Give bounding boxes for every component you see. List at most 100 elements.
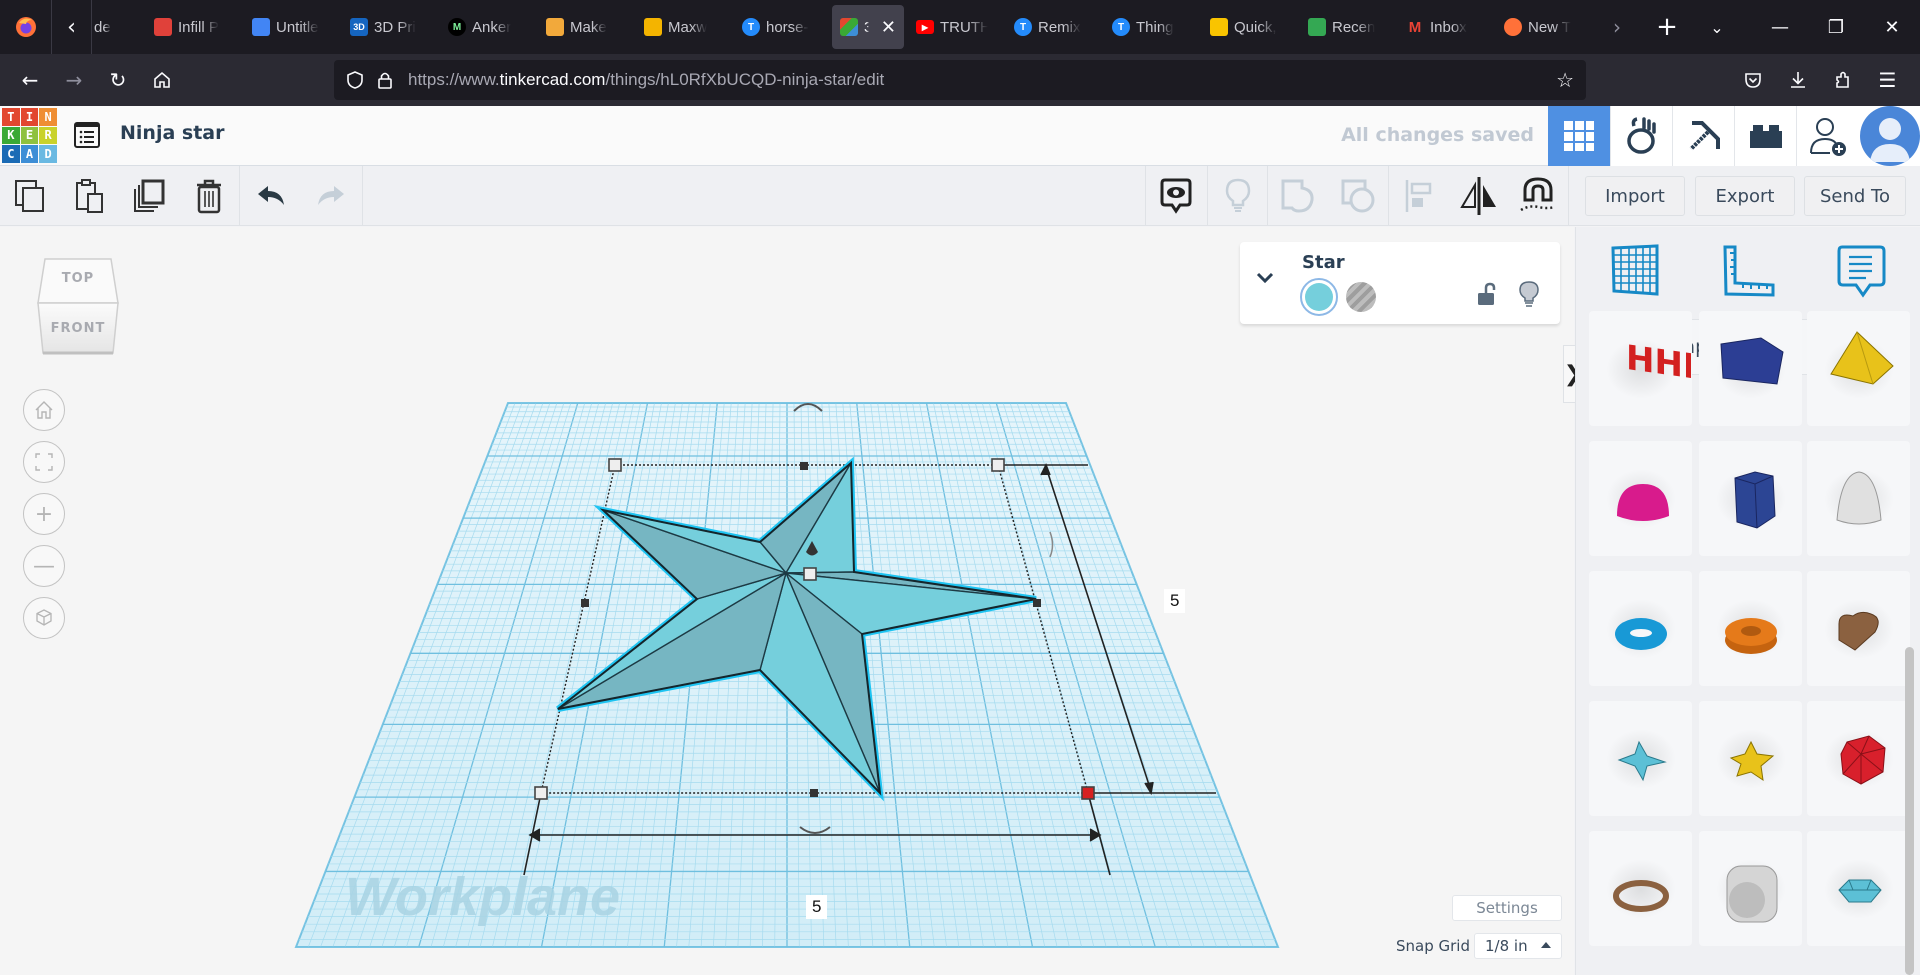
edge-handle[interactable] [800, 462, 808, 470]
mirror-button[interactable] [1449, 166, 1509, 226]
shape-tile-icosahedron-shape[interactable] [1807, 701, 1910, 816]
notes-tool-button[interactable] [1146, 166, 1206, 226]
browser-tab[interactable]: Infill P [146, 5, 240, 49]
collapse-inspector-button[interactable] [1254, 270, 1276, 286]
browser-tab[interactable]: Untitle [244, 5, 338, 49]
lego-bricks-button[interactable] [1734, 106, 1796, 166]
hole-button[interactable] [1346, 282, 1376, 312]
browser-tab[interactable]: M Anker [440, 5, 534, 49]
shape-name[interactable]: Star [1302, 252, 1345, 273]
avatar[interactable] [1860, 106, 1920, 166]
shape-tile-torus-shape[interactable] [1589, 571, 1692, 686]
downloads-button[interactable] [1775, 60, 1820, 100]
invite-collaborator-button[interactable] [1796, 106, 1858, 166]
paste-button[interactable] [60, 166, 120, 226]
tab-scroll-right-button[interactable]: › [1592, 15, 1642, 39]
edge-handle[interactable] [581, 599, 589, 607]
undo-button[interactable] [241, 166, 301, 226]
home-button[interactable] [140, 60, 184, 100]
3d-design-view-button[interactable] [1548, 106, 1610, 166]
shape-tile-heart-shape[interactable] [1807, 571, 1910, 686]
3d-workspace[interactable]: TOP FRONT + — Workplane 5 5 Star Setting… [0, 227, 1574, 975]
reload-button[interactable]: ↻ [96, 60, 140, 100]
firefox-view-button[interactable] [0, 0, 52, 54]
delete-button[interactable] [179, 166, 239, 226]
minimize-button[interactable]: — [1752, 0, 1808, 54]
user-menu[interactable] [1858, 106, 1920, 166]
shape-tile-polygon-shape[interactable] [1699, 441, 1802, 556]
shape-tile-tube-shape[interactable] [1699, 571, 1802, 686]
back-button[interactable]: ← [8, 60, 52, 100]
browser-tab[interactable]: T Thing [1104, 5, 1198, 49]
notes-panel-button[interactable] [1834, 243, 1890, 299]
browser-tab[interactable]: Maxw [636, 5, 730, 49]
shape-tile-half-sphere-shape[interactable] [1589, 441, 1692, 556]
export-button[interactable]: Export [1695, 176, 1795, 216]
send-to-button[interactable]: Send To [1804, 176, 1906, 216]
forward-button[interactable]: → [52, 60, 96, 100]
length-dimension-label[interactable]: 5 [1164, 589, 1186, 613]
shape-tile-star-extruded-shape[interactable] [1699, 701, 1802, 816]
edge-handle[interactable] [810, 789, 818, 797]
lock-button[interactable] [1476, 282, 1496, 310]
pocket-button[interactable] [1730, 60, 1775, 100]
align-button[interactable] [1389, 166, 1449, 226]
group-button[interactable] [1268, 166, 1328, 226]
browser-tab[interactable]: Quick, [1202, 5, 1296, 49]
app-menu-button[interactable]: ☰ [1865, 60, 1910, 100]
shape-tile-text-shape[interactable]: HHH [1589, 311, 1692, 426]
bookmark-star-icon[interactable]: ☆ [1556, 68, 1574, 92]
workplane-tool-button[interactable] [1608, 243, 1664, 299]
list-all-tabs-button[interactable]: ⌄ [1692, 18, 1742, 37]
browser-tab[interactable]: de [94, 5, 142, 49]
shape-tile-paraboloid-shape[interactable] [1807, 441, 1910, 556]
url-bar[interactable]: https://www.tinkercad.com/things/hL0RfXb… [334, 60, 1586, 100]
show-all-button[interactable] [1208, 166, 1267, 226]
extensions-button[interactable] [1820, 60, 1865, 100]
import-button[interactable]: Import [1585, 176, 1685, 216]
new-tab-button[interactable]: + [1642, 12, 1692, 42]
workplane-scene[interactable]: Workplane [0, 227, 1574, 975]
close-window-button[interactable]: ✕ [1864, 0, 1920, 54]
ungroup-button[interactable] [1328, 166, 1388, 226]
shape-tile-pyramid-shape[interactable] [1807, 311, 1910, 426]
restore-button[interactable]: ❐ [1808, 0, 1864, 54]
shape-tile-gem-shape[interactable] [1807, 831, 1910, 946]
cruise-button[interactable] [1508, 166, 1568, 226]
design-menu-button[interactable] [72, 120, 102, 150]
corner-handle[interactable] [534, 786, 548, 800]
browser-tab[interactable]: T Remix [1006, 5, 1100, 49]
height-handle[interactable] [803, 567, 817, 581]
corner-handle[interactable] [608, 458, 622, 472]
browser-tab[interactable]: Make [538, 5, 632, 49]
shape-tile-star-shape[interactable] [1589, 701, 1692, 816]
snap-grid-select[interactable]: 1/8 in [1474, 933, 1562, 959]
design-title[interactable]: Ninja star [120, 122, 224, 144]
tab-scroll-left-button[interactable]: ‹ [52, 0, 92, 54]
browser-tab[interactable]: M Inbox [1398, 5, 1492, 49]
browser-tab[interactable]: 3D 3D Pri [342, 5, 436, 49]
tracking-shield-icon[interactable] [346, 70, 364, 90]
panel-scrollbar[interactable] [1905, 647, 1914, 975]
shape-tile-roof-shape[interactable] [1699, 311, 1802, 426]
browser-tab[interactable]: Recen [1300, 5, 1394, 49]
lock-icon[interactable] [376, 70, 394, 90]
width-dimension-label[interactable]: 5 [806, 895, 828, 919]
sim-lab-button[interactable] [1610, 106, 1672, 166]
duplicate-button[interactable] [120, 166, 180, 226]
edge-handle[interactable] [1033, 599, 1041, 607]
close-tab-icon[interactable]: ✕ [881, 17, 896, 38]
copy-button[interactable] [0, 166, 60, 226]
solid-color-button[interactable] [1300, 278, 1338, 316]
ruler-tool-button[interactable] [1721, 243, 1777, 299]
redo-button[interactable] [301, 166, 361, 226]
tinkercad-logo[interactable]: TIN KER CAD [2, 108, 57, 163]
browser-tab[interactable]: Thorse- [734, 5, 828, 49]
visibility-button[interactable] [1518, 280, 1540, 312]
shape-tile-ring-shape[interactable] [1589, 831, 1692, 946]
browser-tab[interactable]: New T [1496, 5, 1590, 49]
browser-tab-active[interactable]: 3D ✕ [832, 5, 904, 49]
workplane-settings-button[interactable]: Settings [1452, 895, 1562, 921]
shape-tile-rounded-cube-shape[interactable] [1699, 831, 1802, 946]
minecraft-blocks-button[interactable] [1672, 106, 1734, 166]
